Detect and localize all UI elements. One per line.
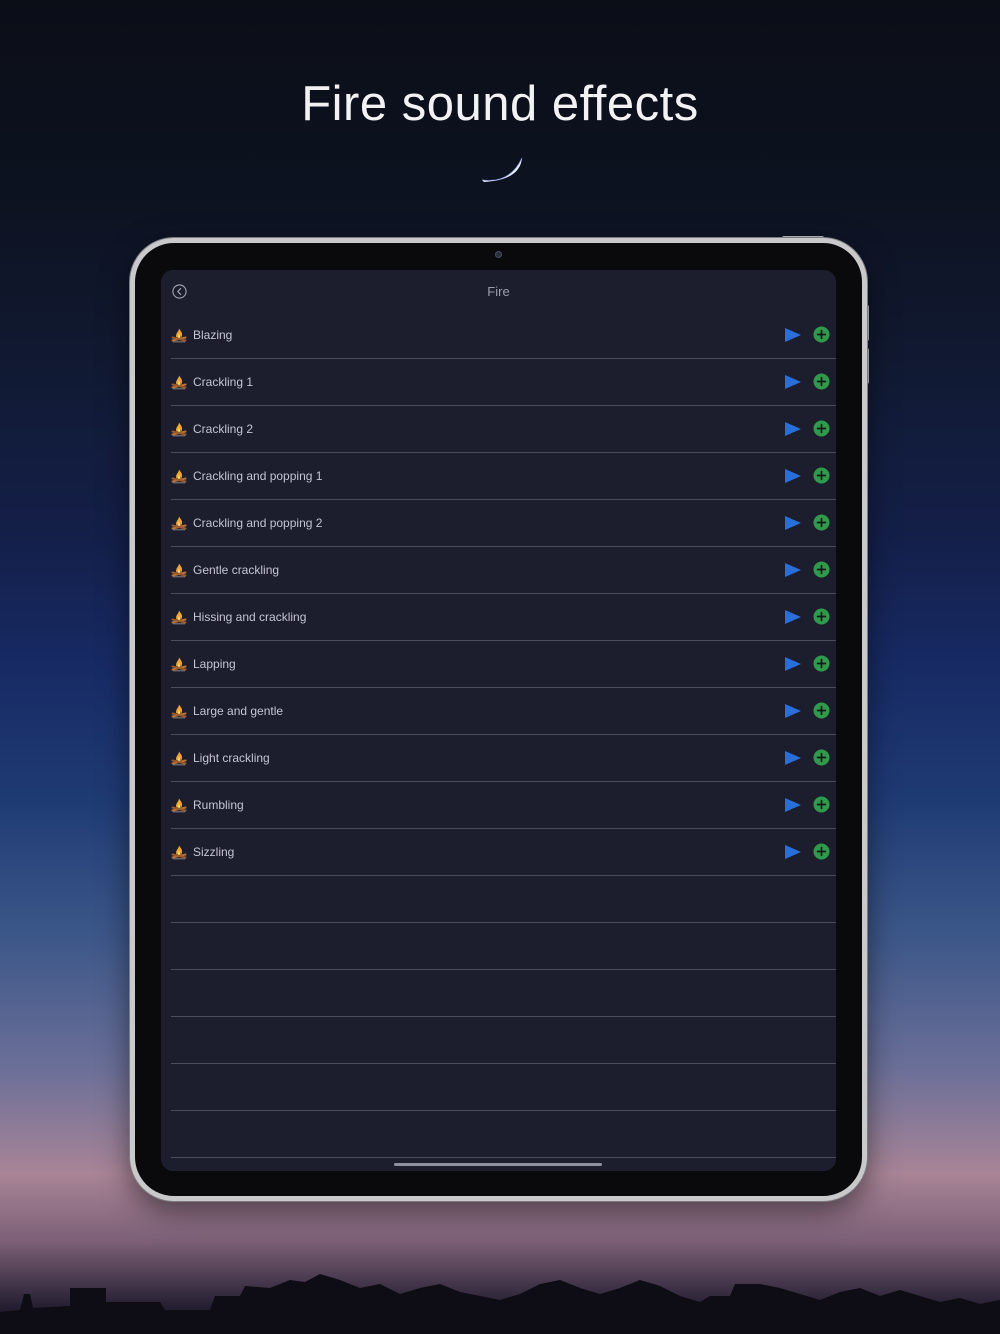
- campfire-icon: [171, 328, 187, 343]
- play-icon[interactable]: [784, 703, 802, 719]
- empty-row: [171, 970, 836, 1017]
- add-icon[interactable]: [813, 467, 830, 484]
- add-icon[interactable]: [813, 749, 830, 766]
- home-indicator: [394, 1163, 602, 1166]
- play-icon[interactable]: [784, 562, 802, 578]
- app-screen: Fire Blazing Crackling 1 Crackling 2 Cra…: [161, 270, 836, 1171]
- sound-label: Sizzling: [193, 845, 235, 859]
- sound-label: Crackling and popping 2: [193, 516, 323, 530]
- sound-label: Large and gentle: [193, 704, 284, 718]
- add-icon[interactable]: [813, 420, 830, 437]
- campfire-icon: [171, 422, 187, 437]
- add-icon[interactable]: [813, 796, 830, 813]
- sound-row[interactable]: Crackling 1: [171, 359, 836, 406]
- add-icon[interactable]: [813, 702, 830, 719]
- sound-row[interactable]: Large and gentle: [171, 688, 836, 735]
- campfire-icon: [171, 610, 187, 625]
- city-skyline-silhouette: [0, 1274, 1000, 1334]
- sound-row[interactable]: Crackling and popping 1: [171, 453, 836, 500]
- add-icon[interactable]: [813, 373, 830, 390]
- campfire-icon: [171, 516, 187, 531]
- campfire-icon: [171, 845, 187, 860]
- campfire-icon: [171, 563, 187, 578]
- add-icon[interactable]: [813, 514, 830, 531]
- sound-label: Blazing: [193, 328, 233, 342]
- sound-row[interactable]: Blazing: [171, 312, 836, 359]
- front-camera: [495, 251, 502, 258]
- play-icon[interactable]: [784, 797, 802, 813]
- sound-row[interactable]: Hissing and crackling: [171, 594, 836, 641]
- play-icon[interactable]: [784, 515, 802, 531]
- campfire-icon: [171, 704, 187, 719]
- empty-row: [171, 1064, 836, 1111]
- sound-label: Hissing and crackling: [193, 610, 307, 624]
- sound-label: Lapping: [193, 657, 236, 671]
- empty-row: [171, 1017, 836, 1064]
- sound-label: Crackling 2: [193, 422, 254, 436]
- sound-label: Crackling 1: [193, 375, 254, 389]
- sound-row[interactable]: Sizzling: [171, 829, 836, 876]
- add-icon[interactable]: [813, 608, 830, 625]
- empty-row: [171, 876, 836, 923]
- sound-row[interactable]: Rumbling: [171, 782, 836, 829]
- play-icon[interactable]: [784, 750, 802, 766]
- sound-label: Crackling and popping 1: [193, 469, 323, 483]
- empty-row: [171, 923, 836, 970]
- play-icon[interactable]: [784, 609, 802, 625]
- crescent-moon-image: [481, 157, 523, 182]
- sound-list: Blazing Crackling 1 Crackling 2 Cracklin…: [161, 312, 836, 1158]
- sound-row[interactable]: Light crackling: [171, 735, 836, 782]
- sound-row[interactable]: Gentle crackling: [171, 547, 836, 594]
- sound-label: Light crackling: [193, 751, 270, 765]
- campfire-icon: [171, 798, 187, 813]
- sound-row[interactable]: Lapping: [171, 641, 836, 688]
- empty-row: [171, 1111, 836, 1158]
- sound-label: Gentle crackling: [193, 563, 280, 577]
- campfire-icon: [171, 375, 187, 390]
- sound-row[interactable]: Crackling and popping 2: [171, 500, 836, 547]
- campfire-icon: [171, 469, 187, 484]
- play-icon[interactable]: [784, 327, 802, 343]
- play-icon[interactable]: [784, 468, 802, 484]
- add-icon[interactable]: [813, 561, 830, 578]
- add-icon[interactable]: [813, 326, 830, 343]
- play-icon[interactable]: [784, 656, 802, 672]
- play-icon[interactable]: [784, 844, 802, 860]
- add-icon[interactable]: [813, 655, 830, 672]
- play-icon[interactable]: [784, 374, 802, 390]
- sound-row[interactable]: Crackling 2: [171, 406, 836, 453]
- page-title: Fire: [487, 284, 510, 299]
- promo-headline: Fire sound effects: [301, 77, 699, 131]
- campfire-icon: [171, 657, 187, 672]
- navigation-bar: Fire: [161, 270, 836, 312]
- add-icon[interactable]: [813, 843, 830, 860]
- play-icon[interactable]: [784, 421, 802, 437]
- sound-label: Rumbling: [193, 798, 244, 812]
- campfire-icon: [171, 751, 187, 766]
